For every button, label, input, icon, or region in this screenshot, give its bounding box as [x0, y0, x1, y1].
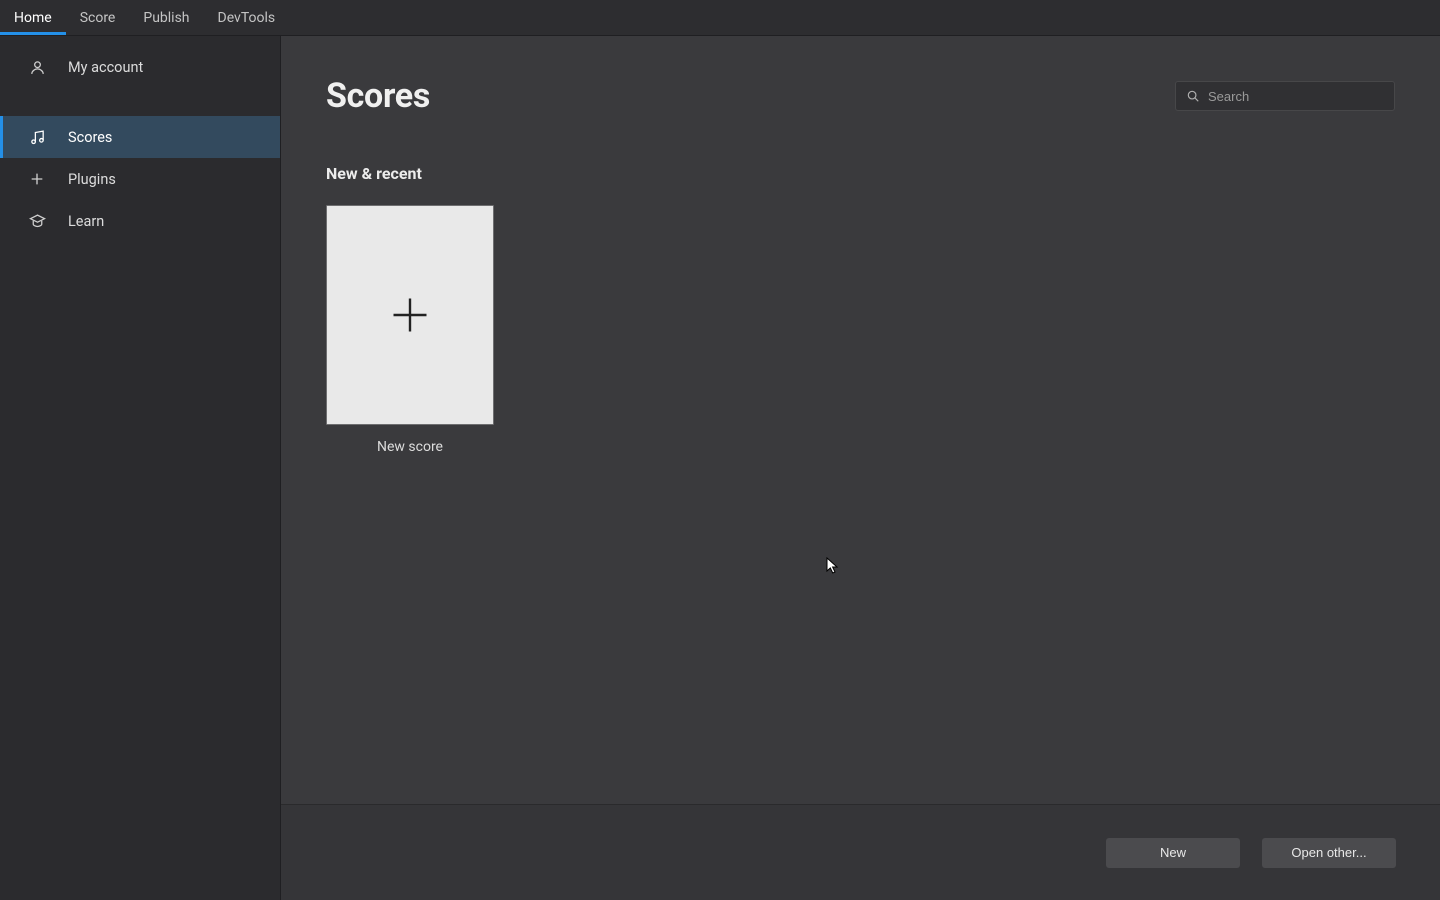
- sidebar-item-label: Learn: [68, 213, 104, 230]
- sidebar-item-plugins[interactable]: Plugins: [0, 158, 280, 200]
- cards-row: New score: [326, 205, 1395, 455]
- button-label: New: [1160, 845, 1186, 860]
- search-icon: [1186, 89, 1200, 103]
- menu-item-label: Score: [80, 10, 116, 26]
- sidebar-item-scores[interactable]: Scores: [0, 116, 280, 158]
- menu-item-score[interactable]: Score: [66, 0, 130, 35]
- search-box[interactable]: [1175, 81, 1395, 111]
- plus-icon: [28, 170, 46, 188]
- sidebar-item-learn[interactable]: Learn: [0, 200, 280, 242]
- music-note-icon: [28, 128, 46, 146]
- new-score-card-surface[interactable]: [326, 205, 494, 425]
- menu-item-label: Publish: [143, 10, 189, 26]
- sidebar-spacer: [0, 88, 280, 116]
- sidebar-item-my-account[interactable]: My account: [0, 46, 280, 88]
- card-caption: New score: [377, 439, 443, 455]
- new-score-card[interactable]: New score: [326, 205, 494, 455]
- sidebar: My account Scores Plugins: [0, 36, 281, 900]
- sidebar-item-label: Plugins: [68, 171, 116, 188]
- search-input[interactable]: [1208, 89, 1384, 104]
- new-button[interactable]: New: [1106, 838, 1240, 868]
- bottom-action-bar: New Open other...: [281, 804, 1440, 900]
- sidebar-item-label: Scores: [68, 129, 112, 146]
- menu-item-label: DevTools: [218, 10, 276, 26]
- plus-large-icon: [388, 293, 432, 337]
- menu-item-label: Home: [14, 10, 52, 26]
- page-title: Scores: [326, 76, 430, 116]
- section-header-new-recent: New & recent: [326, 164, 1395, 183]
- menu-item-publish[interactable]: Publish: [129, 0, 203, 35]
- menu-item-home[interactable]: Home: [0, 0, 66, 35]
- button-label: Open other...: [1291, 845, 1366, 860]
- person-icon: [28, 58, 46, 76]
- learn-icon: [28, 212, 46, 230]
- menu-item-devtools[interactable]: DevTools: [204, 0, 290, 35]
- menu-bar: Home Score Publish DevTools: [0, 0, 1440, 36]
- sidebar-item-label: My account: [68, 59, 143, 76]
- open-other-button[interactable]: Open other...: [1262, 838, 1396, 868]
- main-panel: Scores New & recent: [281, 36, 1440, 900]
